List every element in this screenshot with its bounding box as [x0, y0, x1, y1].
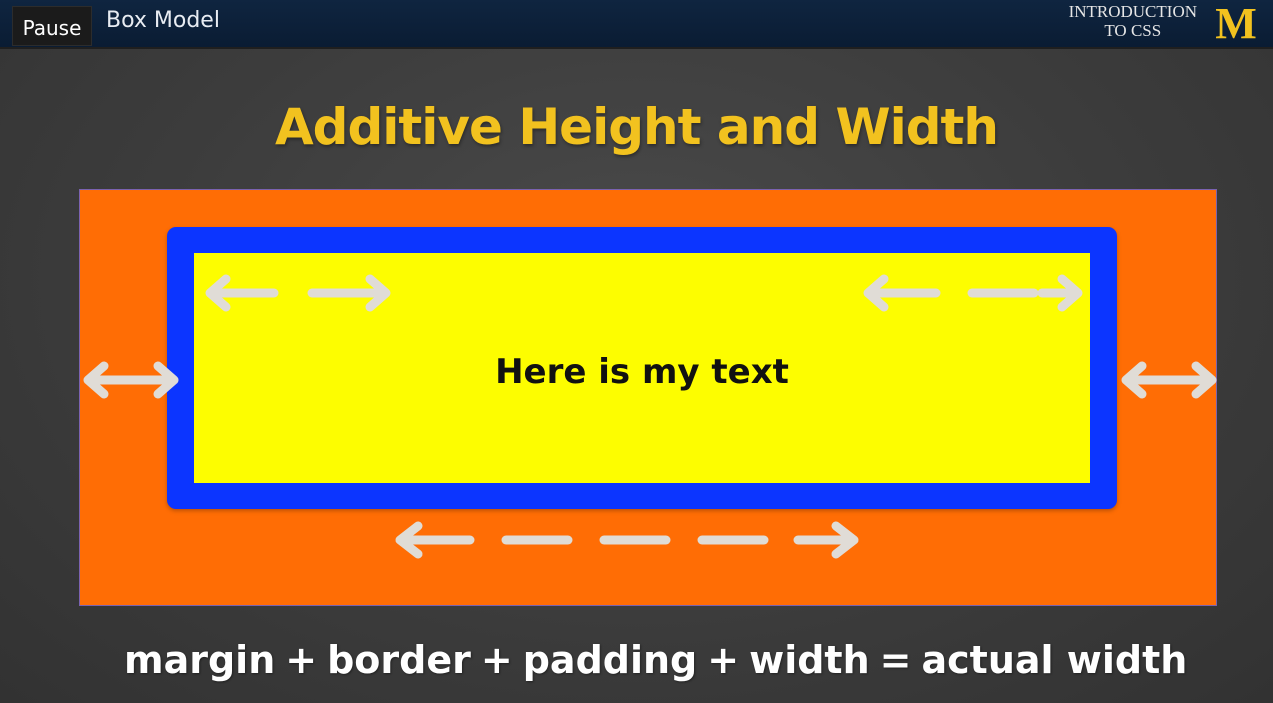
- formula-term-padding: padding: [522, 638, 698, 682]
- left-right-dashed-arrow-icon: [395, 521, 859, 559]
- left-right-arrow-icon: [205, 274, 391, 312]
- left-right-dashed-arrow-icon: [863, 274, 1083, 312]
- formula-term-border: border: [327, 638, 471, 682]
- double-arrow-icon: [83, 361, 179, 399]
- formula-term-width: width: [749, 638, 870, 682]
- double-arrow-icon: [1121, 361, 1217, 399]
- formula-plus: +: [707, 638, 740, 682]
- formula: margin + border + padding + width = actual width: [124, 634, 1254, 686]
- formula-plus: +: [480, 638, 513, 682]
- formula-equals: =: [879, 638, 912, 682]
- formula-result: actual width: [921, 638, 1188, 682]
- formula-term-margin: margin: [124, 638, 276, 682]
- video-frame: Pause Box Model INTRODUCTION TO CSS M Ad…: [0, 0, 1273, 703]
- formula-plus: +: [285, 638, 318, 682]
- arrows-layer: [83, 274, 1217, 559]
